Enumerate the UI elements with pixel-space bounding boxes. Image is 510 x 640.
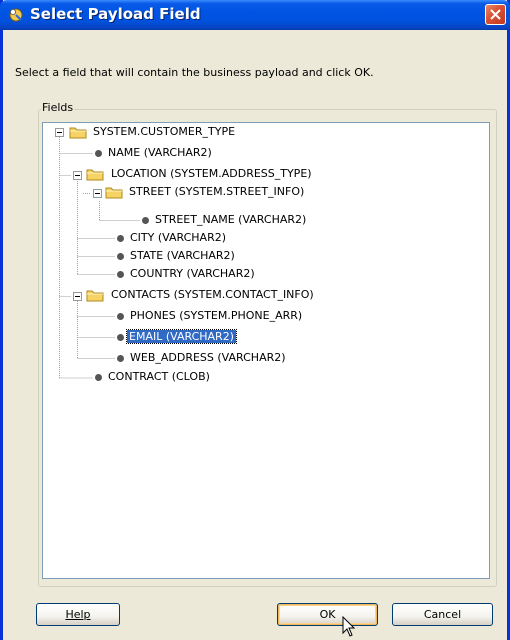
folder-icon [86, 169, 104, 181]
tree-node-city[interactable]: CITY (VARCHAR2) [128, 230, 228, 246]
close-button[interactable] [485, 4, 506, 25]
field-dot-icon [95, 374, 102, 381]
tree-node-label: STREET_NAME (VARCHAR2) [155, 213, 307, 226]
cancel-button[interactable]: Cancel [392, 603, 493, 626]
folder-icon [86, 290, 104, 302]
field-dot-icon [117, 355, 124, 362]
mouse-pointer-icon [342, 616, 356, 637]
expand-toggle-contacts[interactable] [73, 292, 82, 301]
dialog-title: Select Payload Field [30, 5, 201, 23]
tree-node-label: LOCATION (SYSTEM.ADDRESS_TYPE) [111, 167, 312, 180]
field-dot-icon [117, 334, 124, 341]
tree-node-email[interactable]: EMAIL (VARCHAR2) [126, 329, 237, 345]
tree-node-web-address[interactable]: WEB_ADDRESS (VARCHAR2) [128, 350, 288, 366]
help-button[interactable]: Help [36, 603, 120, 626]
tree-node-label: SYSTEM.CUSTOMER_TYPE [93, 125, 236, 138]
folder-icon [69, 127, 87, 139]
tree-node-label: NAME (VARCHAR2) [108, 146, 212, 159]
field-dot-icon [117, 313, 124, 320]
tree-node-customer-type[interactable]: SYSTEM.CUSTOMER_TYPE [91, 124, 237, 140]
tree-node-location[interactable]: LOCATION (SYSTEM.ADDRESS_TYPE) [109, 166, 314, 182]
tree-node-label: PHONES (SYSTEM.PHONE_ARR) [130, 309, 303, 322]
expand-toggle-location[interactable] [73, 171, 82, 180]
tree-node-label: CONTACTS (SYSTEM.CONTACT_INFO) [111, 288, 314, 301]
tree-node-state[interactable]: STATE (VARCHAR2) [128, 248, 237, 264]
field-dot-icon [95, 150, 102, 157]
tree-node-label: CONTRACT (CLOB) [108, 370, 210, 383]
tree-node-label: STREET (SYSTEM.STREET_INFO) [129, 185, 305, 198]
title-bar[interactable]: Select Payload Field [0, 0, 510, 30]
field-dot-icon [117, 271, 124, 278]
close-icon [490, 9, 501, 20]
tree-node-label: STATE (VARCHAR2) [130, 249, 235, 262]
tree-node-label: WEB_ADDRESS (VARCHAR2) [130, 351, 286, 364]
tree-node-label: EMAIL (VARCHAR2) [126, 329, 237, 344]
expand-toggle-customer-type[interactable] [55, 128, 64, 137]
help-button-label: Help [65, 608, 91, 621]
field-dot-icon [117, 253, 124, 260]
field-dot-icon [117, 235, 124, 242]
ok-button-label: OK [319, 608, 336, 621]
field-dot-icon [142, 217, 149, 224]
tree-node-phones[interactable]: PHONES (SYSTEM.PHONE_ARR) [128, 308, 304, 324]
fields-legend: Fields [41, 101, 75, 114]
dialog-window: Select Payload Field Select a field that… [0, 0, 510, 640]
expand-toggle-street[interactable] [93, 189, 102, 198]
tree-node-street[interactable]: STREET (SYSTEM.STREET_INFO) [127, 184, 306, 200]
tree-node-country[interactable]: COUNTRY (VARCHAR2) [128, 266, 257, 282]
folder-icon [105, 187, 123, 199]
tree-node-contacts[interactable]: CONTACTS (SYSTEM.CONTACT_INFO) [109, 287, 316, 303]
ok-button[interactable]: OK [277, 603, 378, 626]
fields-tree[interactable]: SYSTEM.CUSTOMER_TYPE NAME (VARCHAR2) LOC… [42, 122, 490, 579]
payload-wizard-icon [9, 8, 23, 22]
tree-node-street-name[interactable]: STREET_NAME (VARCHAR2) [153, 212, 308, 228]
tree-node-label: COUNTRY (VARCHAR2) [130, 267, 255, 280]
cancel-button-label: Cancel [423, 608, 462, 621]
tree-node-label: CITY (VARCHAR2) [130, 231, 227, 244]
tree-node-contract[interactable]: CONTRACT (CLOB) [106, 369, 212, 385]
instruction-text: Select a field that will contain the bus… [15, 66, 374, 79]
tree-node-name[interactable]: NAME (VARCHAR2) [106, 145, 214, 161]
